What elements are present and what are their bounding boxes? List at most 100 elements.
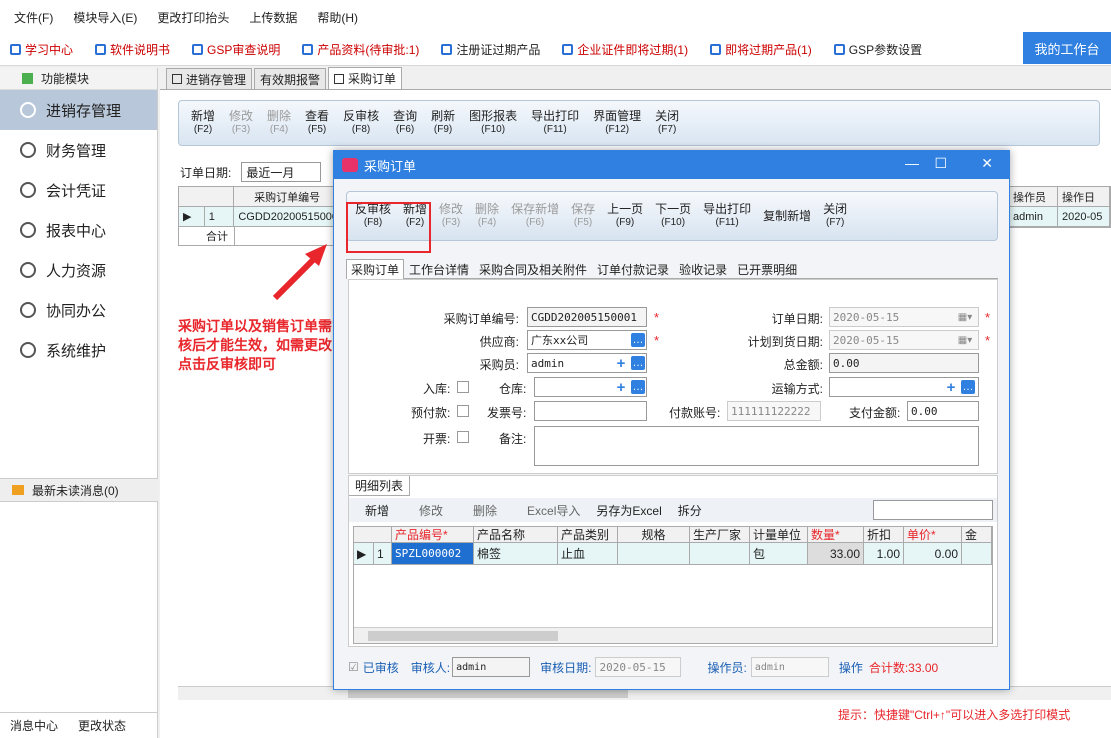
sidebar: 功能模块 进销存管理 财务管理 会计凭证 报表中心 人力资源 协同办公 系统维护… [0,68,158,738]
detail-edit-button[interactable]: 修改 [419,502,443,519]
tab-purchase-order[interactable]: 采购订单 [346,259,405,279]
close-button[interactable]: 关闭 (F7) [823,203,847,229]
change-status-link[interactable]: 更改状态 [78,717,126,734]
invoice-checkbox[interactable] [457,431,469,443]
plus-icon[interactable]: + [614,379,628,396]
sidebar-item-voucher[interactable]: 会计凭证 [0,170,157,210]
invoice-no-field[interactable] [534,401,647,421]
menu-print-header[interactable]: 更改打印抬头 [157,9,229,26]
sidebar-item-hr[interactable]: 人力资源 [0,250,157,290]
ellipsis-icon[interactable]: … [631,380,645,394]
annotation-note: 采购订单以及销售订单需审核后才能生效，如需更改，点击反审核即可 [178,318,346,372]
export-print-button[interactable]: 导出打印 (F11) [531,110,579,136]
tab-contracts[interactable]: 采购合同及相关附件 [474,259,592,279]
tab-inventory[interactable]: 进销存管理 [166,68,253,89]
edit-button[interactable]: 修改 (F3) [439,203,463,229]
order-no-field[interactable]: CGDD202005150001 [527,307,647,327]
quick-link-expired-cert[interactable]: 注册证过期产品 [441,41,540,58]
sidebar-item-system[interactable]: 系统维护 [0,330,157,370]
table-row[interactable]: ▶ 1 CGDD20200515000 [179,207,337,227]
quick-link-gsp-review[interactable]: GSP审查说明 [192,41,280,58]
menu-upload[interactable]: 上传数据 [249,9,297,26]
quick-link-expiring-products[interactable]: 即将过期产品(1) [710,41,812,58]
total-amount-label: 总金额: [783,358,823,372]
maximize-icon[interactable]: ☐ [934,155,947,172]
paid-field[interactable]: 0.00 [907,401,979,421]
tab-payments[interactable]: 订单付款记录 [592,259,674,279]
quick-link-gsp-settings[interactable]: GSP参数设置 [833,41,922,58]
quick-link-product-data[interactable]: 产品资料(待审批:1) [302,41,419,58]
sidebar-item-finance[interactable]: 财务管理 [0,130,157,170]
tab-purchase-order[interactable]: 采购订单 [328,67,403,89]
refresh-button[interactable]: 刷新 (F9) [431,110,455,136]
sidebar-header: 功能模块 [0,68,157,90]
required-mark: * [985,310,991,325]
detail-panel: 明细列表 新增 修改 删除 Excel导入 另存为Excel 拆分 产品编号* … [348,475,998,647]
edit-button[interactable]: 修改 (F3) [229,110,253,136]
workbench-button[interactable]: 我的工作台 [1023,32,1111,64]
excel-import-button[interactable]: Excel导入 [527,502,580,519]
message-center-link[interactable]: 消息中心 [10,717,58,734]
menu-help[interactable]: 帮助(H) [317,9,358,26]
query-button[interactable]: 查询 (F6) [393,110,417,136]
view-button[interactable]: 查看 (F5) [305,110,329,136]
col-unit: 计量单位 [750,527,808,542]
menu-import[interactable]: 模块导入(E) [73,9,137,26]
sidebar-item-collab[interactable]: 协同办公 [0,290,157,330]
plus-icon[interactable]: + [614,355,628,372]
tab-expiry-alert[interactable]: 有效期报警 [254,68,327,89]
tab-acceptance[interactable]: 验收记录 [674,259,732,279]
add-button[interactable]: 新增 (F2) [191,110,215,136]
tab-detail-list[interactable]: 明细列表 [349,476,411,496]
unread-messages[interactable]: 最新未读消息(0) [0,478,158,502]
chart-report-button[interactable]: 图形报表 (F10) [469,110,517,136]
calendar-icon[interactable]: ▦▾ [955,331,975,349]
buyer-field[interactable]: admin [527,353,647,373]
supplier-field[interactable]: 广东xx公司 [527,330,647,350]
next-page-button[interactable]: 下一页 (F10) [655,203,691,229]
unaudit-button[interactable]: 反审核 (F8) [343,110,379,136]
save-and-new-button[interactable]: 保存新增 (F6) [511,203,559,229]
tab-invoices[interactable]: 已开票明细 [732,259,802,279]
paycard-select[interactable]: 111111122222 [727,401,821,421]
delete-button[interactable]: 删除 (F4) [475,203,499,229]
prev-page-button[interactable]: 上一页 (F9) [607,203,643,229]
required-mark: * [654,333,660,348]
sidebar-item-inventory[interactable]: 进销存管理 [0,90,157,130]
calendar-icon[interactable]: ▦▾ [955,308,975,326]
split-button[interactable]: 拆分 [678,502,702,519]
detail-add-button[interactable]: 新增 [365,502,389,519]
audit-date-field: 2020-05-15 [595,657,682,677]
ellipsis-icon[interactable]: … [631,333,645,347]
detail-delete-button[interactable]: 删除 [473,502,497,519]
tab-workbench-detail[interactable]: 工作台详情 [404,259,474,279]
sidebar-item-reports[interactable]: 报表中心 [0,210,157,250]
prepay-checkbox[interactable] [457,405,469,417]
ellipsis-icon[interactable]: … [631,356,645,370]
export-print-button[interactable]: 导出打印 (F11) [703,203,751,229]
copy-new-button[interactable]: 复制新增 [763,209,811,223]
close-icon[interactable]: ✕ [981,155,993,172]
minimize-icon[interactable]: — [905,155,919,171]
required-mark: * [985,333,991,348]
col-spec: 规格 [618,527,690,542]
detail-search-input[interactable] [873,500,993,520]
quick-link-manual[interactable]: 软件说明书 [95,41,170,58]
ellipsis-icon[interactable]: … [961,380,975,394]
quick-link-learning[interactable]: 学习中心 [10,41,73,58]
instock-checkbox[interactable] [457,381,469,393]
detail-scrollbar[interactable] [354,627,992,643]
note-field[interactable] [534,426,979,466]
table-row[interactable]: ▶ 1 SPZL000002 棉签 止血 包 33.00 1.00 0.00 [354,543,992,565]
menu-file[interactable]: 文件(F) [14,9,53,26]
delete-button[interactable]: 删除 (F4) [267,110,291,136]
date-range-select[interactable]: 最近一月 [241,162,322,182]
unaudit-button[interactable]: 反审核 (F8) [346,202,431,253]
save-excel-button[interactable]: 另存为Excel [596,502,661,519]
plus-icon[interactable]: + [944,379,958,396]
save-button[interactable]: 保存 (F5) [571,203,595,229]
quick-link-company-cert[interactable]: 企业证件即将过期(1) [562,41,688,58]
app-logo-icon [342,158,358,172]
layout-button[interactable]: 界面管理 (F12) [593,110,641,136]
close-button[interactable]: 关闭 (F7) [655,110,679,136]
